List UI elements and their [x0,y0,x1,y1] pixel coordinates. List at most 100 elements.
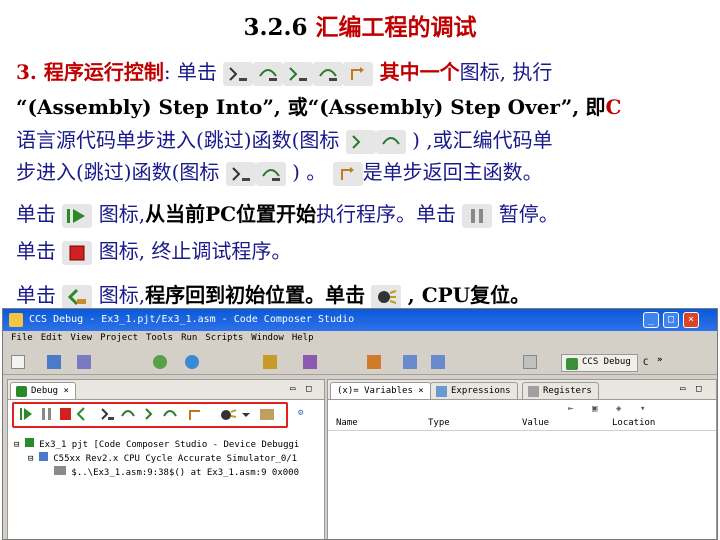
tb-memory-icon [260,409,274,420]
line7-d: , CPU复位。 [407,283,531,307]
expressions-icon [436,386,447,397]
asm-step-over-icon-inline [255,161,286,186]
line1-tail-a: 其中一个 [379,60,460,84]
maximize-view-icon-2[interactable]: □ [696,384,701,394]
forward-icon[interactable] [431,355,445,369]
title-number: 3.2.6 [243,14,308,41]
menu-edit[interactable]: Edit [41,333,63,343]
cpu-icon [38,452,48,461]
asm-step-into-icon [223,61,254,86]
menu-project[interactable]: Project [100,333,138,343]
menu-tools[interactable]: Tools [146,333,173,343]
line-5: 单击 图标,从当前PC位置开始执行程序。单击 暂停。 [16,198,559,228]
tb-restart-icon [76,407,85,421]
minimize-button[interactable]: _ [643,312,659,328]
menu-file[interactable]: File [11,333,33,343]
debug-tabbar: Debug × ▭ □ [8,380,324,400]
line2-text: “(Assembly) Step Into”, 或“(Assembly) Ste… [16,95,580,119]
line5-e: 暂停。 [498,202,559,226]
tab-expressions-label: Expressions [451,386,511,396]
line-1: 3. 程序运行控制: 单击 其中一个图标, 执行 [16,56,552,86]
asm-step-into-icon-inline [225,161,256,186]
close-button[interactable]: × [683,312,699,328]
line3-a: 语言源代码单步进入(跳过)函数(图标 [16,128,340,152]
tree-row-project[interactable]: ⊟ Ex3_1 pjt [Code Composer Studio - Devi… [14,438,299,450]
line-7: 单击 图标,程序回到初始位置。单击 , CPU复位。 [16,279,530,309]
build-icon[interactable] [153,355,167,369]
step-return-icon-inline [332,161,363,186]
minimize-view-icon[interactable]: ▭ [290,384,295,394]
save-icon[interactable] [47,355,61,369]
line2-c: C [605,95,622,119]
tab-variables[interactable]: (x)= Variables × [330,382,431,399]
line5-c: 从当前PC位置开始 [145,202,317,226]
tree-frame-label: $..\Ex3_1.asm:9:38$() at Ex3_1.asm:9 0x0… [71,468,299,478]
search-icon[interactable] [263,355,277,369]
menu-run[interactable]: Run [181,333,197,343]
menu-view[interactable]: View [70,333,92,343]
collapse-icon[interactable]: ⚙ [298,408,303,418]
tb-run-icon [20,408,22,420]
tree-project-label: Ex3_1 pjt [Code Composer Studio - Device… [39,440,300,450]
line6-b: 图标, 终止调试程序。 [98,239,292,263]
minimize-view-icon-2[interactable]: ▭ [680,384,685,394]
tab-registers[interactable]: Registers [522,382,599,399]
print-icon[interactable] [77,355,91,369]
new-icon[interactable] [11,355,25,369]
chevron-right-icon[interactable]: » [657,355,662,365]
perspective-more[interactable]: C [643,358,648,368]
main-toolbar: CCS Debug C » [3,351,717,375]
tb-step-return-icon [189,410,200,420]
tab-debug[interactable]: Debug × [10,382,76,399]
terminate-icon [62,240,93,265]
tree-row-frame[interactable]: $..\Ex3_1.asm:9:38$() at Ex3_1.asm:9 0x0… [54,466,299,478]
col-name[interactable]: Name [336,418,358,428]
perspective-ccs-debug[interactable]: CCS Debug [561,354,638,372]
line7-a: 单击 [16,283,56,307]
slide-title: 3.2.6 汇编工程的调试 [0,8,720,42]
line1-colon: : 单击 [163,60,217,84]
restart-icon [62,284,93,309]
registers-icon [528,386,539,397]
tab-variables-label: (x)= Variables [337,386,413,396]
edit-icon[interactable] [367,355,381,369]
profile-icon[interactable] [303,355,317,369]
tb-reset-cpu-icon [221,410,231,420]
debug-icon[interactable] [185,355,199,369]
line7-b: 图标, [98,283,146,307]
tree-row-simulator[interactable]: ⊟ C55xx Rev2.x CPU Cycle Accurate Simula… [28,452,297,464]
perspective-label: CCS Debug [582,357,631,367]
tab-expressions[interactable]: Expressions [430,382,518,399]
c-step-over-icon [313,61,344,86]
col-type[interactable]: Type [428,418,450,428]
asm-step-over-icon [253,61,284,86]
line6-a: 单击 [16,239,56,263]
menu-help[interactable]: Help [292,333,314,343]
tab-debug-label: Debug [31,386,59,396]
c-step-into-icon [283,61,314,86]
window-titlebar: CCS Debug - Ex3_1.pjt/Ex3_1.asm - Code C… [3,309,717,331]
col-location[interactable]: Location [612,418,655,428]
stack-frame-icon [54,466,66,475]
open-perspective-icon[interactable] [523,355,537,369]
line4-a: 步进入(跳过)函数(图标 [16,160,220,184]
view-menu-icon[interactable]: ▾ [640,404,645,414]
show-types-icon[interactable]: ◈ [616,404,621,414]
line-3: 语言源代码单步进入(跳过)函数(图标 ) ,或汇编代码单 [16,124,553,154]
col-value[interactable]: Value [522,418,549,428]
header-divider [328,430,716,431]
menu-scripts[interactable]: Scripts [205,333,243,343]
select-all-icon[interactable]: ▣ [592,404,597,414]
menu-window[interactable]: Window [251,333,284,343]
tb-asm-step-over-icon [121,410,135,417]
menu-bar: File Edit View Project Tools Run Scripts Window… [3,333,717,349]
collapse-all-icon[interactable]: ⇤ [568,404,573,414]
tb-c-step-over-icon [163,410,177,417]
reset-cpu-icon [371,284,402,309]
debug-toolbar-highlight [12,402,288,428]
back-icon[interactable] [403,355,417,369]
tb-c-step-into-icon [145,408,153,420]
maximize-button[interactable]: □ [663,312,679,328]
maximize-view-icon[interactable]: □ [306,384,311,394]
line2-tail: 即 [585,95,606,119]
